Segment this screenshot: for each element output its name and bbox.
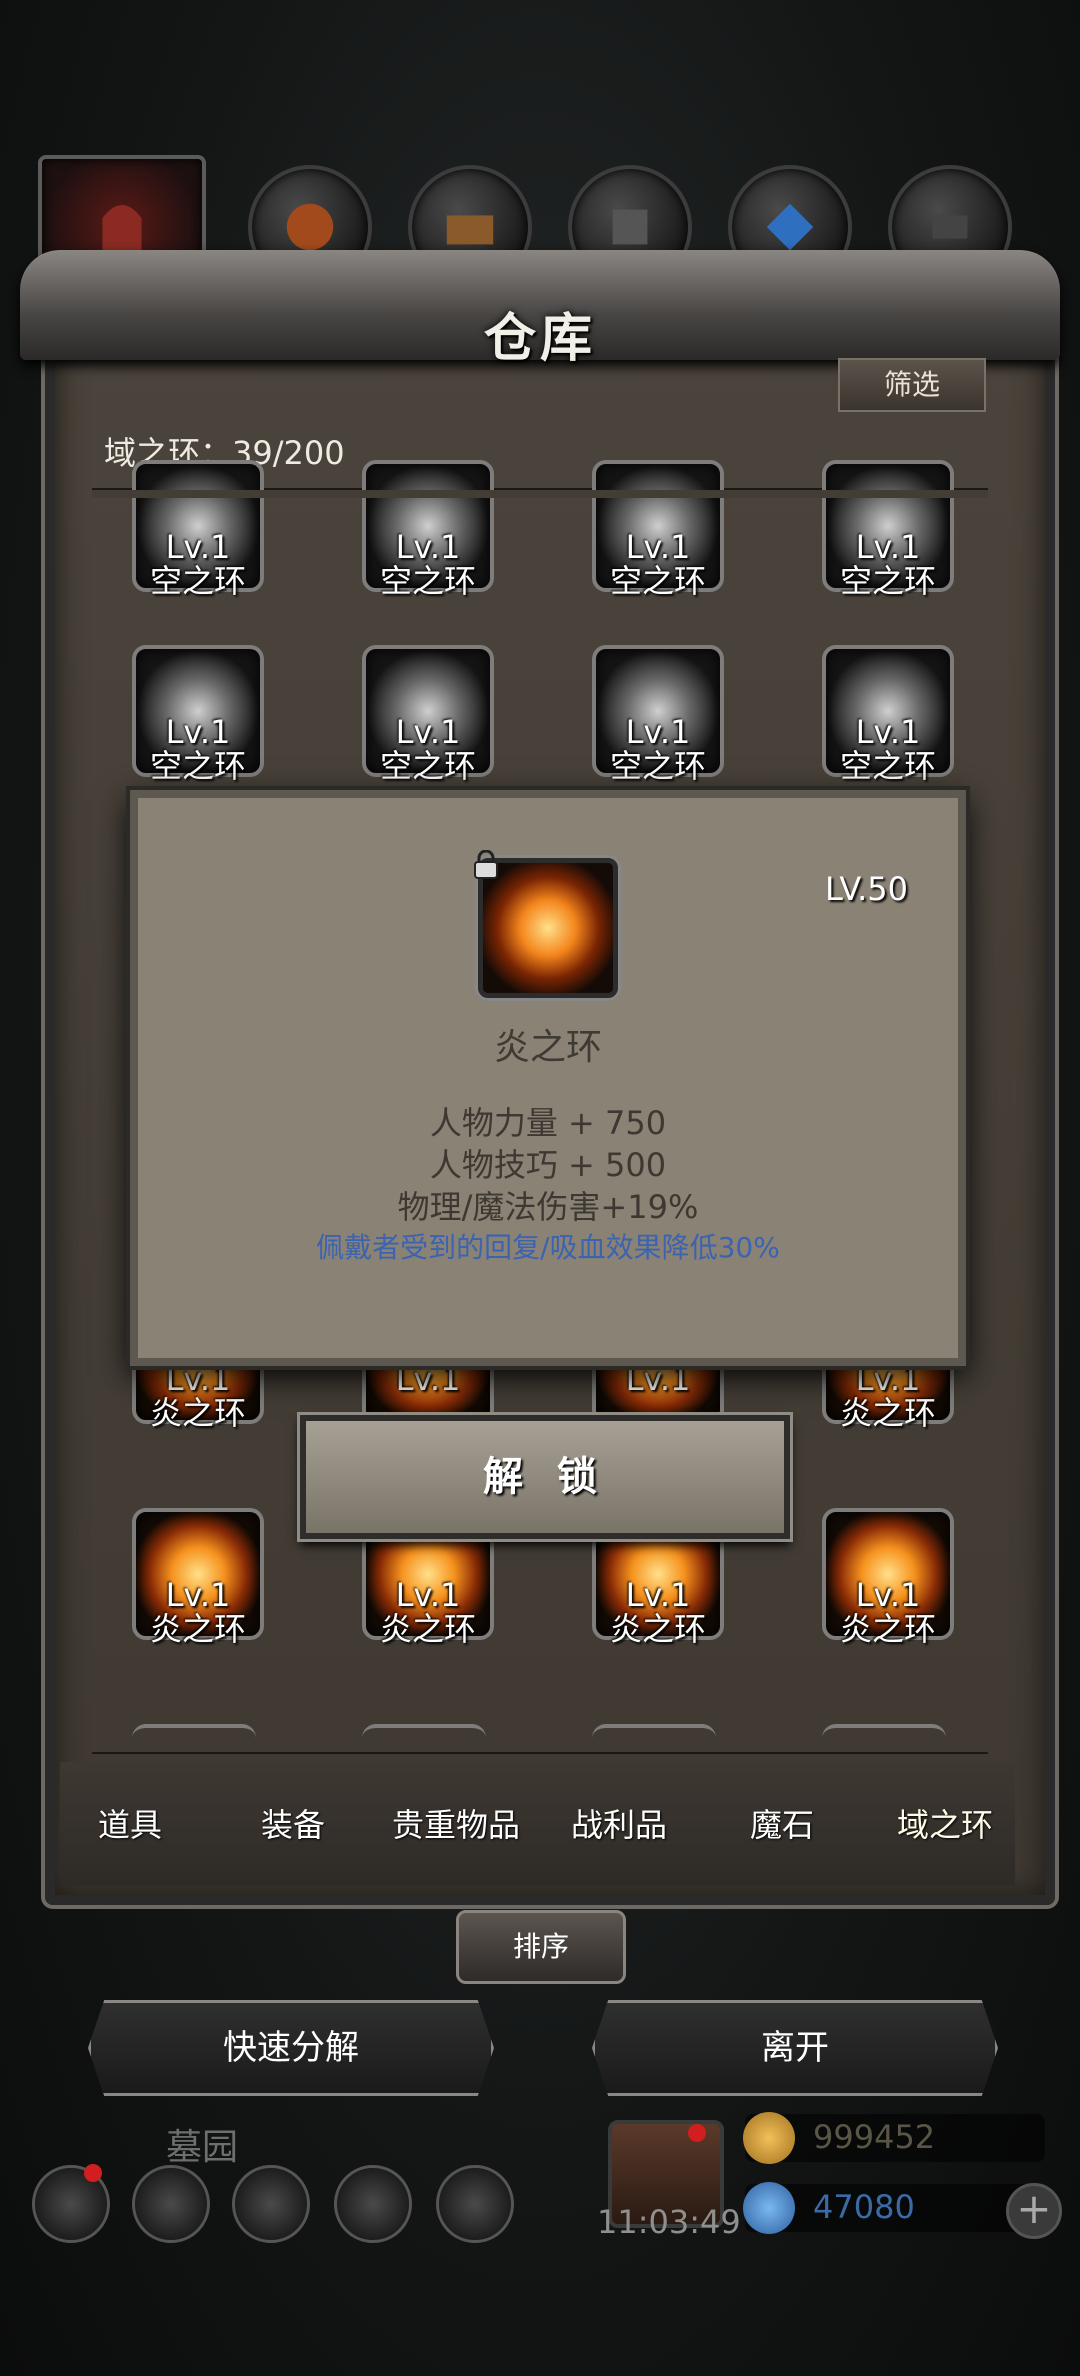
inventory-slot-partial (822, 1724, 946, 1748)
leave-button[interactable]: 离开 (592, 2000, 998, 2096)
item-detail-popup: LV.50 炎之环 人物力量 + 750 人物技巧 + 500 物理/魔法伤害+… (130, 790, 966, 1366)
item-name: 空之环 (379, 747, 476, 785)
add-currency-button[interactable]: + (1006, 2183, 1062, 2239)
item-level-badge: LV.50 (825, 870, 908, 908)
tab-magic-stones[interactable]: 魔石 (702, 1800, 862, 1846)
inventory-slot[interactable]: Lv.1 空之环 (822, 460, 954, 600)
gem-counter: 47080 (743, 2182, 1045, 2234)
inventory-slot[interactable]: Lv.1 空之环 (592, 645, 724, 785)
crystal-icon (766, 203, 814, 251)
guild-icon[interactable] (232, 2165, 310, 2243)
tab-items[interactable]: 道具 (50, 1800, 210, 1846)
notification-dot (84, 2164, 102, 2182)
helmet-icon (102, 204, 142, 250)
sort-button[interactable]: 排序 (456, 1910, 626, 1984)
inventory-slot[interactable]: Lv.1 空之环 (362, 645, 494, 785)
tab-valuables[interactable]: 贵重物品 (376, 1800, 536, 1846)
gold-value: 999452 (813, 2118, 936, 2156)
inventory-slot[interactable]: Lv.1 空之环 (362, 460, 494, 600)
quick-decompose-button[interactable]: 快速分解 (88, 2000, 494, 2096)
location-label: 墓园 (166, 2127, 239, 2168)
inventory-slot[interactable]: Lv.1 炎之环 (132, 1508, 264, 1648)
inventory-slot[interactable]: Lv.1 空之环 (132, 460, 264, 600)
inventory-slot[interactable]: Lv.1 空之环 (132, 645, 264, 785)
lock-icon (474, 850, 498, 879)
stat-line: 人物技巧 + 500 (429, 1146, 667, 1184)
item-name: 空之环 (839, 747, 936, 785)
gem-icon (743, 2182, 795, 2234)
gold-counter: 999452 (743, 2112, 1045, 2164)
item-name: 空之环 (149, 747, 246, 785)
glove-icon (286, 203, 334, 251)
inventory-slot-partial (592, 1724, 716, 1748)
item-name: 空之环 (149, 562, 246, 600)
item-title: 炎之环 (493, 1027, 602, 1068)
gold-coin-icon (743, 2112, 795, 2164)
star-icon[interactable] (132, 2165, 210, 2243)
item-name: 炎之环 (379, 1610, 476, 1648)
item-effect-note: 佩戴者受到的回复/吸血效果降低30% (316, 1231, 780, 1264)
fire-ring-icon (478, 858, 618, 998)
inventory-slot[interactable]: Lv.1 空之环 (822, 645, 954, 785)
item-name: 炎之环 (149, 1610, 246, 1648)
armor-icon (612, 209, 648, 245)
tab-domain-rings[interactable]: 域之环 (865, 1800, 1025, 1846)
inventory-slot[interactable]: Lv.1 空之环 (592, 460, 724, 600)
boots-icon (446, 215, 494, 245)
mail-icon[interactable] (334, 2165, 412, 2243)
item-name: 空之环 (379, 562, 476, 600)
item-name: 炎之环 (839, 1610, 936, 1648)
shop-icon[interactable] (436, 2165, 514, 2243)
stat-line: 物理/魔法伤害+19% (397, 1188, 699, 1226)
inventory-slot-partial (132, 1724, 256, 1748)
item-name: 空之环 (839, 562, 936, 600)
item-name: 炎之环 (149, 1394, 246, 1432)
item-name: 空之环 (609, 562, 706, 600)
item-name: 炎之环 (609, 1610, 706, 1648)
tab-loot[interactable]: 战利品 (539, 1800, 699, 1846)
clock: 11:03:49 (597, 2203, 741, 2241)
unlock-button[interactable]: 解 锁 (300, 1415, 790, 1539)
category-tab-bar: 道具 装备 贵重物品 战利品 魔石 域之环 (60, 1762, 1015, 1886)
notification-dot (688, 2124, 706, 2142)
gem-value: 47080 (813, 2188, 915, 2226)
inventory-slot-partial (362, 1724, 486, 1748)
item-name: 空之环 (609, 747, 706, 785)
stat-line: 人物力量 + 750 (429, 1104, 667, 1142)
tab-equipment[interactable]: 装备 (213, 1800, 373, 1846)
grid-mask (92, 490, 988, 498)
divider (92, 1752, 988, 1754)
item-name: 炎之环 (839, 1394, 936, 1432)
plate-icon (932, 215, 968, 239)
inventory-slot[interactable]: Lv.1 炎之环 (822, 1508, 954, 1648)
filter-button[interactable]: 筛选 (838, 358, 986, 412)
